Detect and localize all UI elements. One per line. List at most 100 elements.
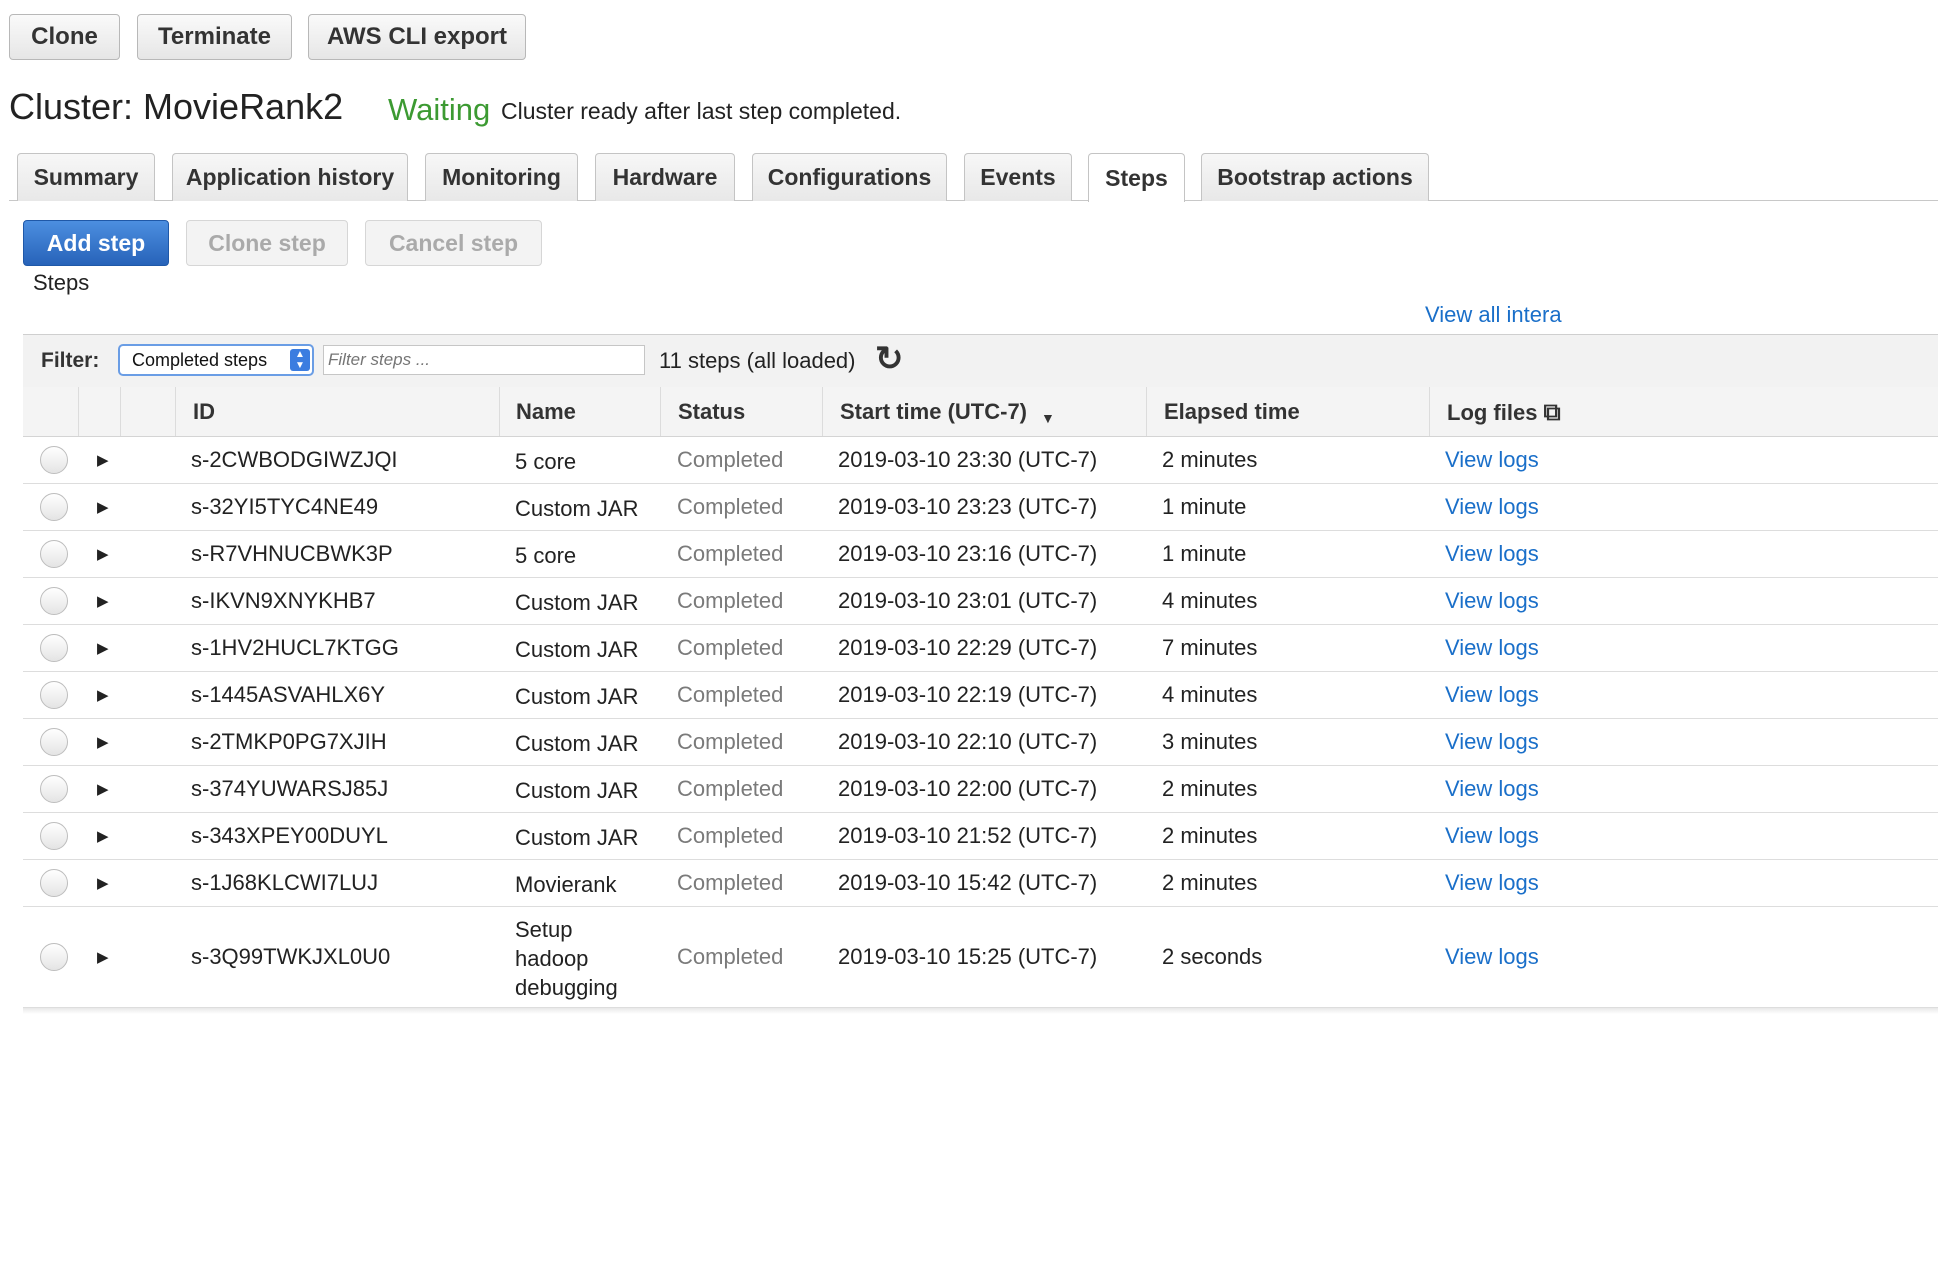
step-id: s-374YUWARSJ85J bbox=[191, 776, 389, 801]
step-status: Completed bbox=[677, 494, 784, 519]
step-name: Setup hadoop debugging bbox=[515, 917, 618, 1000]
view-logs-link[interactable]: View logs bbox=[1445, 635, 1539, 661]
table-row[interactable]: ▶ s-3Q99TWKJXL0U0 Setup hadoop debugging Co… bbox=[23, 907, 1938, 1008]
row-select-radio[interactable] bbox=[40, 822, 68, 850]
chevron-updown-icon: ▲ ▼ bbox=[290, 349, 310, 371]
expand-arrow-icon[interactable]: ▶ bbox=[97, 498, 109, 516]
step-name: Custom JAR bbox=[515, 496, 639, 521]
filter-label: Filter: bbox=[41, 349, 100, 372]
step-id: s-1445ASVAHLX6Y bbox=[191, 682, 386, 707]
tab-hardware[interactable]: Hardware bbox=[595, 153, 735, 201]
row-select-radio[interactable] bbox=[40, 446, 68, 474]
view-logs-link[interactable]: View logs bbox=[1445, 729, 1539, 755]
table-row[interactable]: ▶ s-1445ASVAHLX6Y Custom JAR Completed 2019-… bbox=[23, 672, 1938, 719]
column-header-log-files-label: Log files bbox=[1447, 400, 1538, 425]
tab-events[interactable]: Events bbox=[964, 153, 1072, 201]
view-logs-link[interactable]: View logs bbox=[1445, 870, 1539, 896]
table-row[interactable]: ▶ s-1J68KLCWI7LUJ Movierank Completed 2019-0… bbox=[23, 860, 1938, 907]
clone-button[interactable]: Clone bbox=[9, 14, 120, 60]
step-status: Completed bbox=[677, 729, 784, 754]
step-elapsed-time: 2 minutes bbox=[1162, 447, 1258, 472]
step-id: s-32YI5TYC4NE49 bbox=[191, 494, 379, 519]
table-row[interactable]: ▶ s-32YI5TYC4NE49 Custom JAR Completed 2019-… bbox=[23, 484, 1938, 531]
tab-bootstrap-actions[interactable]: Bootstrap actions bbox=[1201, 153, 1429, 201]
step-id: s-2TMKP0PG7XJIH bbox=[191, 729, 387, 754]
expand-arrow-icon[interactable]: ▶ bbox=[97, 592, 109, 610]
row-select-radio[interactable] bbox=[40, 681, 68, 709]
expand-arrow-icon[interactable]: ▶ bbox=[97, 545, 109, 563]
table-row[interactable]: ▶ s-1HV2HUCL7KTGG Custom JAR Completed 2019-… bbox=[23, 625, 1938, 672]
view-logs-link[interactable]: View logs bbox=[1445, 588, 1539, 614]
sort-desc-icon[interactable]: ▼ bbox=[1041, 410, 1055, 426]
filter-select[interactable]: Completed steps ▲ ▼ bbox=[118, 344, 314, 376]
tab-summary[interactable]: Summary bbox=[17, 153, 155, 201]
page-title: Cluster: MovieRank2 bbox=[9, 86, 344, 127]
column-header-id[interactable]: ID bbox=[193, 399, 215, 425]
cancel-step-button[interactable]: Cancel step bbox=[365, 220, 542, 266]
row-select-radio[interactable] bbox=[40, 634, 68, 662]
external-link-icon[interactable]: ⧉ bbox=[1543, 399, 1560, 426]
row-select-radio[interactable] bbox=[40, 728, 68, 756]
view-logs-link[interactable]: View logs bbox=[1445, 823, 1539, 849]
expand-arrow-icon[interactable]: ▶ bbox=[97, 733, 109, 751]
view-logs-link[interactable]: View logs bbox=[1445, 447, 1539, 473]
column-divider bbox=[78, 387, 79, 436]
column-divider bbox=[175, 387, 176, 436]
step-start-time: 2019-03-10 15:42 (UTC-7) bbox=[838, 870, 1098, 895]
add-step-button[interactable]: Add step bbox=[23, 220, 169, 266]
view-logs-link[interactable]: View logs bbox=[1445, 541, 1539, 567]
step-elapsed-time: 1 minute bbox=[1162, 494, 1247, 519]
refresh-icon[interactable]: ↻ bbox=[875, 339, 904, 379]
tab-application-history[interactable]: Application history bbox=[172, 153, 408, 201]
filter-steps-input[interactable] bbox=[323, 345, 645, 375]
expand-arrow-icon[interactable]: ▶ bbox=[97, 686, 109, 704]
row-select-radio[interactable] bbox=[40, 493, 68, 521]
step-name: Custom JAR bbox=[515, 778, 639, 803]
column-header-start-time[interactable]: Start time (UTC-7) ▼ bbox=[840, 399, 1055, 426]
terminate-button[interactable]: Terminate bbox=[137, 14, 292, 60]
column-divider bbox=[499, 387, 500, 436]
view-logs-link[interactable]: View logs bbox=[1445, 776, 1539, 802]
expand-arrow-icon[interactable]: ▶ bbox=[97, 827, 109, 845]
aws-cli-export-button[interactable]: AWS CLI export bbox=[308, 14, 526, 60]
row-select-radio[interactable] bbox=[40, 540, 68, 568]
table-row[interactable]: ▶ s-343XPEY00DUYL Custom JAR Completed 2019-… bbox=[23, 813, 1938, 860]
step-name: Custom JAR bbox=[515, 731, 639, 756]
column-divider bbox=[660, 387, 661, 436]
column-header-elapsed-time[interactable]: Elapsed time bbox=[1164, 399, 1300, 425]
clone-step-button[interactable]: Clone step bbox=[186, 220, 348, 266]
view-logs-link[interactable]: View logs bbox=[1445, 944, 1539, 970]
row-select-radio[interactable] bbox=[40, 943, 68, 971]
expand-arrow-icon[interactable]: ▶ bbox=[97, 874, 109, 892]
tab-steps[interactable]: Steps bbox=[1088, 153, 1185, 202]
table-row[interactable]: ▶ s-IKVN9XNYKHB7 Custom JAR Completed 2019-0… bbox=[23, 578, 1938, 625]
table-row[interactable]: ▶ s-2TMKP0PG7XJIH Custom JAR Completed 2019-… bbox=[23, 719, 1938, 766]
tab-monitoring[interactable]: Monitoring bbox=[425, 153, 578, 201]
view-logs-link[interactable]: View logs bbox=[1445, 494, 1539, 520]
expand-arrow-icon[interactable]: ▶ bbox=[97, 948, 109, 966]
view-logs-link[interactable]: View logs bbox=[1445, 682, 1539, 708]
tab-configurations[interactable]: Configurations bbox=[752, 153, 947, 201]
step-name: Custom JAR bbox=[515, 637, 639, 662]
table-row[interactable]: ▶ s-R7VHNUCBWK3P 5 core Completed 2019-03-10… bbox=[23, 531, 1938, 578]
column-header-log-files[interactable]: Log files ⧉ bbox=[1447, 399, 1561, 427]
step-elapsed-time: 2 minutes bbox=[1162, 870, 1258, 895]
row-select-radio[interactable] bbox=[40, 587, 68, 615]
step-name: Custom JAR bbox=[515, 684, 639, 709]
column-header-status[interactable]: Status bbox=[678, 399, 745, 425]
step-name: Custom JAR bbox=[515, 590, 639, 615]
step-elapsed-time: 2 seconds bbox=[1162, 944, 1263, 969]
step-id: s-2CWBODGIWZJQI bbox=[191, 447, 398, 472]
expand-arrow-icon[interactable]: ▶ bbox=[97, 639, 109, 657]
row-select-radio[interactable] bbox=[40, 869, 68, 897]
column-header-name[interactable]: Name bbox=[516, 399, 576, 425]
view-all-link[interactable]: View all intera bbox=[1425, 302, 1562, 328]
column-divider bbox=[1146, 387, 1147, 436]
table-row[interactable]: ▶ s-374YUWARSJ85J Custom JAR Completed 2019-… bbox=[23, 766, 1938, 813]
step-status: Completed bbox=[677, 682, 784, 707]
step-elapsed-time: 1 minute bbox=[1162, 541, 1247, 566]
table-row[interactable]: ▶ s-2CWBODGIWZJQI 5 core Completed 2019-03-1… bbox=[23, 437, 1938, 484]
row-select-radio[interactable] bbox=[40, 775, 68, 803]
expand-arrow-icon[interactable]: ▶ bbox=[97, 780, 109, 798]
expand-arrow-icon[interactable]: ▶ bbox=[97, 451, 109, 469]
